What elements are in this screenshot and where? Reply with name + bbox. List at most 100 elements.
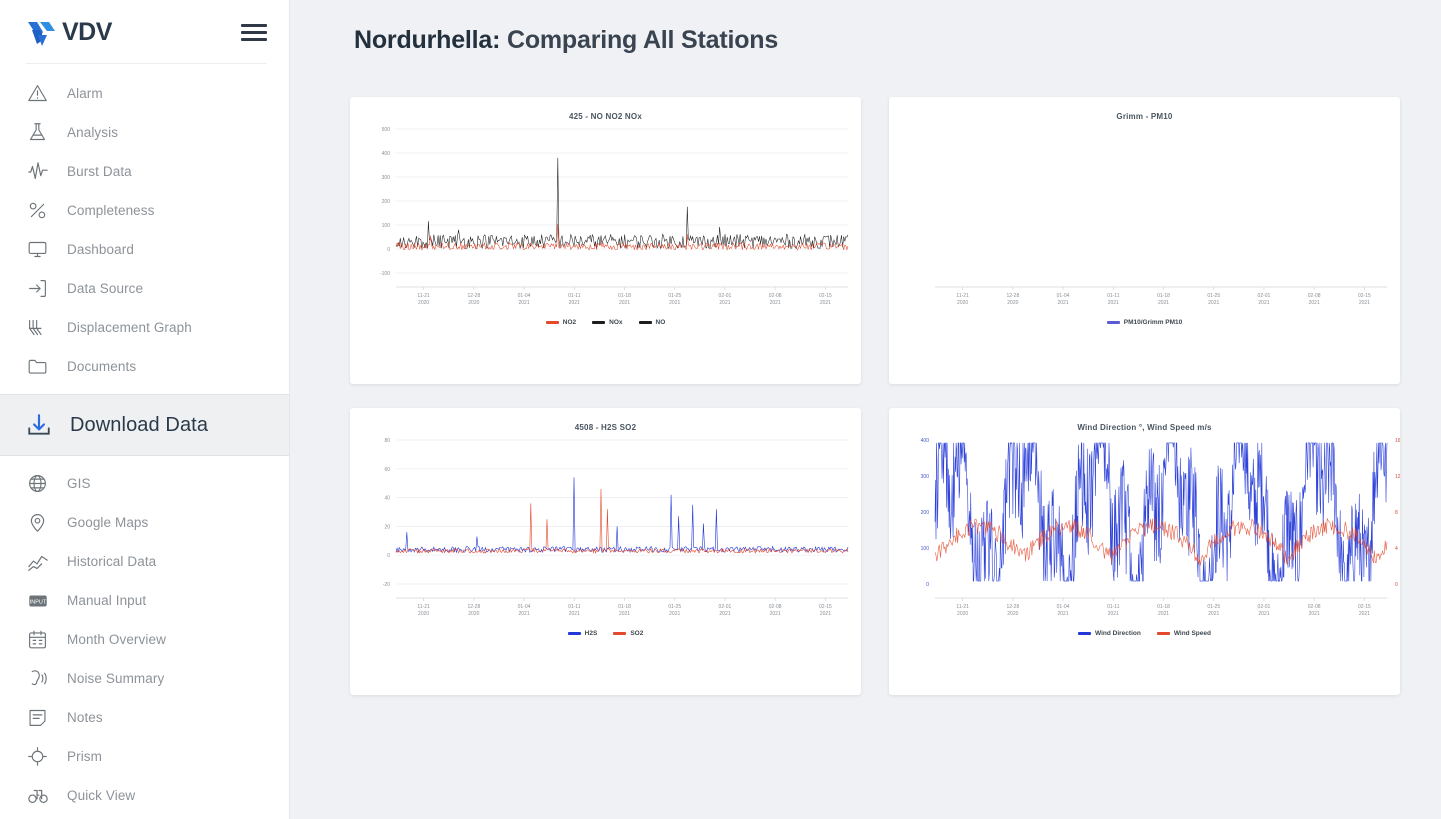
sidebar-item-quick-view[interactable]: Quick View — [0, 776, 289, 815]
chart-plot-area: 80 60 40 20 0 -20 11-21 2020 12-28 2020 01-04 2021… — [350, 432, 861, 628]
svg-text:02-01: 02-01 — [719, 604, 732, 610]
svg-text:2021: 2021 — [669, 611, 680, 617]
legend-label: Wind Speed — [1173, 630, 1211, 637]
svg-text:2021: 2021 — [1058, 300, 1069, 306]
chart-svg-grimm: 11-21202012-28202001-04202101-11202101-1… — [935, 286, 1387, 306]
svg-text:01-04: 01-04 — [518, 293, 531, 299]
sidebar-item-noise-summary[interactable]: Noise Summary — [0, 659, 289, 698]
svg-text:01-11: 01-11 — [568, 293, 581, 299]
sidebar-item-completeness[interactable]: Completeness — [0, 191, 289, 230]
sidebar-item-historical-data[interactable]: Historical Data — [0, 542, 289, 581]
svg-text:2021: 2021 — [569, 611, 580, 617]
chart-card-grimm-pm10[interactable]: Grimm - PM10 11-21 2020 12-28 2020 01-04 2021… — [889, 97, 1400, 384]
sidebar-item-label: Quick View — [67, 788, 136, 803]
svg-text:2020: 2020 — [418, 611, 429, 617]
prism-circle-icon — [26, 745, 49, 768]
sidebar-item-analysis[interactable]: Analysis — [0, 113, 289, 152]
sidebar-item-data-source[interactable]: Data Source — [0, 269, 289, 308]
sidebar-nav: Alarm Analysis Burst Data Completeness Dashb… — [0, 72, 289, 815]
svg-text:8: 8 — [1395, 510, 1398, 516]
chart-svg-h2s: 806040200-20 11-21202012-28202001-042021… — [383, 438, 849, 617]
sidebar-item-prism[interactable]: Prism — [0, 737, 289, 776]
legend-item[interactable]: H2S — [567, 630, 597, 637]
svg-text:4: 4 — [1395, 546, 1398, 552]
sidebar-item-google-maps[interactable]: Google Maps — [0, 503, 289, 542]
sidebar-item-download-data[interactable]: Download Data — [0, 394, 289, 456]
displacement-lines-icon — [26, 316, 49, 339]
legend-item[interactable]: NOx — [592, 319, 623, 326]
legend-swatch — [613, 632, 627, 635]
svg-text:0: 0 — [387, 553, 390, 559]
download-arrow-icon — [26, 414, 52, 437]
sidebar-item-label: Displacement Graph — [67, 320, 192, 335]
svg-text:2021: 2021 — [820, 611, 831, 617]
sidebar-item-label: Manual Input — [67, 593, 147, 608]
sidebar-item-dashboard[interactable]: Dashboard — [0, 230, 289, 269]
svg-text:12-28: 12-28 — [1006, 604, 1019, 610]
svg-text:400: 400 — [382, 151, 391, 157]
chart-title: 4508 - H2S SO2 — [574, 423, 637, 432]
sidebar-item-gis[interactable]: GIS — [0, 464, 289, 503]
legend-item[interactable]: Wind Speed — [1156, 630, 1211, 637]
sidebar-item-label: Burst Data — [67, 164, 132, 179]
svg-text:12-28: 12-28 — [467, 604, 480, 610]
svg-text:01-25: 01-25 — [668, 604, 681, 610]
svg-text:02-15: 02-15 — [1358, 293, 1371, 299]
sidebar-item-label: Documents — [67, 359, 137, 374]
svg-text:2021: 2021 — [519, 611, 530, 617]
svg-text:2021: 2021 — [1258, 611, 1269, 617]
svg-text:0: 0 — [926, 582, 929, 588]
chart-card-h2s-so2[interactable]: 4508 - H2S SO2 80 60 40 20 0 -20 11-21 2020 12-… — [350, 408, 861, 695]
svg-text:2021: 2021 — [719, 611, 730, 617]
binoculars-icon — [26, 784, 49, 807]
legend-label: NO2 — [562, 319, 577, 326]
chart-title: 425 - NO NO2 NOx — [568, 112, 642, 121]
sidebar-item-label: Alarm — [67, 86, 103, 101]
percent-icon — [26, 199, 49, 222]
chart-card-wind[interactable]: Wind Direction °, Wind Speed m/s 400 300 2… — [889, 408, 1400, 695]
svg-text:2020: 2020 — [1007, 300, 1018, 306]
svg-text:02-01: 02-01 — [719, 293, 732, 299]
sidebar-item-displacement-graph[interactable]: Displacement Graph — [0, 308, 289, 347]
sidebar-item-label: Notes — [67, 710, 103, 725]
chart-card-no-nox[interactable]: 425 - NO NO2 NOx 500 400 300 200 100 0 -100 11… — [350, 97, 861, 384]
chart-title: Wind Direction °, Wind Speed m/s — [1077, 423, 1212, 432]
sidebar-item-label: Noise Summary — [67, 671, 165, 686]
svg-text:11-21: 11-21 — [417, 293, 430, 299]
svg-text:02-15: 02-15 — [819, 293, 832, 299]
monitor-icon — [26, 238, 49, 261]
sidebar-item-burst-data[interactable]: Burst Data — [0, 152, 289, 191]
svg-text:2020: 2020 — [1007, 611, 1018, 617]
legend-item[interactable]: PM10/Grimm PM10 — [1106, 319, 1182, 326]
sidebar-item-documents[interactable]: Documents — [0, 347, 289, 386]
page-title-station: Nordurhella: — [354, 26, 501, 54]
svg-text:01-04: 01-04 — [1057, 293, 1070, 299]
svg-text:2021: 2021 — [1108, 611, 1119, 617]
legend-item[interactable]: Wind Direction — [1078, 630, 1141, 637]
hamburger-menu-icon[interactable] — [241, 16, 267, 49]
sidebar-item-label: Historical Data — [67, 554, 157, 569]
svg-text:02-15: 02-15 — [819, 604, 832, 610]
svg-text:2021: 2021 — [1158, 300, 1169, 306]
sidebar-item-notes[interactable]: Notes — [0, 698, 289, 737]
sidebar-item-label: Dashboard — [67, 242, 134, 257]
legend-item[interactable]: SO2 — [613, 630, 643, 637]
sidebar-item-manual-input[interactable]: INPUT Manual Input — [0, 581, 289, 620]
svg-text:2020: 2020 — [468, 611, 479, 617]
svg-text:INPUT: INPUT — [29, 599, 46, 605]
svg-text:2021: 2021 — [1309, 611, 1320, 617]
svg-text:02-08: 02-08 — [1308, 604, 1321, 610]
legend-item[interactable]: NO — [638, 319, 665, 326]
legend-item[interactable]: NO2 — [545, 319, 577, 326]
svg-text:200: 200 — [921, 510, 930, 516]
svg-text:12-28: 12-28 — [467, 293, 480, 299]
brand[interactable]: VDV — [26, 18, 112, 48]
svg-text:2021: 2021 — [669, 300, 680, 306]
svg-text:2021: 2021 — [1158, 611, 1169, 617]
sidebar-item-label: Prism — [67, 749, 102, 764]
sidebar-item-month-overview[interactable]: Month Overview — [0, 620, 289, 659]
sidebar-item-alarm[interactable]: Alarm — [0, 74, 289, 113]
svg-text:2020: 2020 — [957, 300, 968, 306]
legend-label: NOx — [609, 319, 623, 326]
trend-line-icon — [26, 550, 49, 573]
